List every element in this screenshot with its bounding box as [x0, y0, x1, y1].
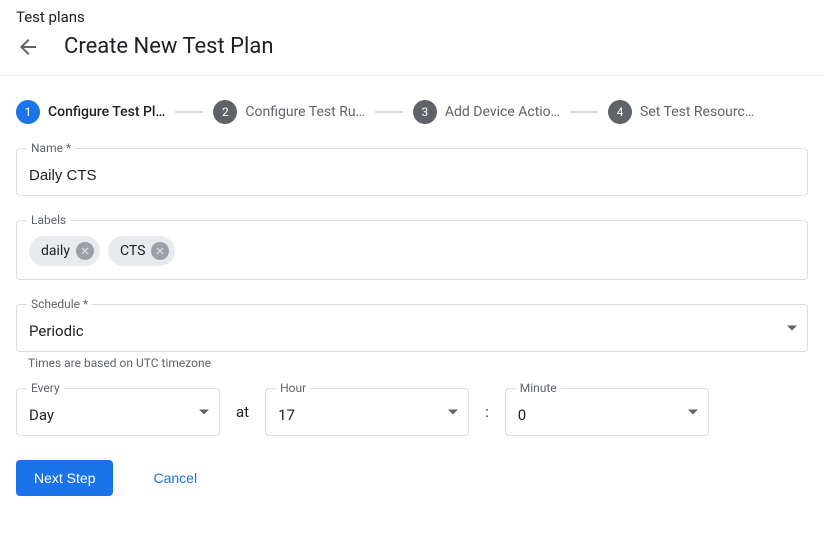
- step-4-label: Set Test Resourc…: [640, 104, 754, 120]
- every-field: Every Day: [16, 388, 220, 436]
- step-connector: [375, 111, 403, 113]
- step-2-label: Configure Test Ru…: [245, 104, 365, 120]
- hour-select[interactable]: Hour 17: [265, 388, 469, 436]
- close-icon: [154, 245, 166, 257]
- minute-field: Minute 0: [505, 388, 709, 436]
- labels-field: Labels daily CTS: [16, 220, 808, 280]
- step-1-label: Configure Test Pl…: [48, 104, 165, 120]
- back-button[interactable]: [16, 35, 40, 59]
- schedule-hint: Times are based on UTC timezone: [28, 356, 808, 370]
- schedule-select[interactable]: Schedule * Periodic: [16, 304, 808, 352]
- schedule-value: Periodic: [29, 322, 771, 340]
- every-label: Every: [27, 381, 64, 395]
- connector-at: at: [236, 388, 249, 436]
- next-step-button[interactable]: Next Step: [16, 460, 113, 496]
- stepper: 1 Configure Test Pl… 2 Configure Test Ru…: [0, 76, 824, 148]
- step-1[interactable]: 1 Configure Test Pl…: [16, 100, 165, 124]
- breadcrumb[interactable]: Test plans: [0, 0, 824, 26]
- name-outline[interactable]: Name *: [16, 148, 808, 196]
- every-select[interactable]: Every Day: [16, 388, 220, 436]
- labels-label: Labels: [27, 213, 70, 227]
- button-row: Next Step Cancel: [0, 436, 824, 520]
- chevron-down-icon: [199, 410, 209, 415]
- header: Create New Test Plan: [0, 26, 824, 75]
- step-3-circle: 3: [413, 100, 437, 124]
- step-connector: [175, 111, 203, 113]
- every-value: Day: [29, 406, 207, 424]
- minute-value: 0: [518, 406, 696, 424]
- chip-text: daily: [41, 243, 70, 259]
- chevron-down-icon: [448, 410, 458, 415]
- hour-label: Hour: [276, 381, 310, 395]
- cancel-button[interactable]: Cancel: [153, 470, 197, 486]
- page-title: Create New Test Plan: [64, 34, 274, 59]
- connector-colon: :: [485, 388, 489, 436]
- chip-remove-button[interactable]: [151, 242, 169, 260]
- chip-daily: daily: [29, 236, 100, 266]
- minute-select[interactable]: Minute 0: [505, 388, 709, 436]
- arrow-left-icon: [16, 35, 40, 59]
- chip-remove-button[interactable]: [76, 242, 94, 260]
- step-2[interactable]: 2 Configure Test Ru…: [213, 100, 365, 124]
- chip-text: CTS: [120, 243, 145, 259]
- schedule-row: Every Day at Hour 17 : Minute 0: [16, 388, 808, 436]
- form-area: Name * Labels daily CTS Schedule * Peri: [0, 148, 824, 436]
- name-input[interactable]: [29, 167, 795, 184]
- minute-label: Minute: [516, 381, 561, 395]
- schedule-label: Schedule *: [27, 297, 92, 311]
- hour-field: Hour 17: [265, 388, 469, 436]
- chip-cts: CTS: [108, 236, 175, 266]
- name-field: Name *: [16, 148, 808, 196]
- schedule-field: Schedule * Periodic Times are based on U…: [16, 304, 808, 370]
- step-2-circle: 2: [213, 100, 237, 124]
- chevron-down-icon: [688, 410, 698, 415]
- name-label: Name *: [27, 141, 75, 155]
- step-4-circle: 4: [608, 100, 632, 124]
- hour-value: 17: [278, 406, 456, 424]
- labels-outline[interactable]: Labels daily CTS: [16, 220, 808, 280]
- chevron-down-icon: [787, 326, 797, 331]
- step-1-circle: 1: [16, 100, 40, 124]
- step-4[interactable]: 4 Set Test Resourc…: [608, 100, 754, 124]
- close-icon: [79, 245, 91, 257]
- step-3-label: Add Device Actio…: [445, 104, 560, 120]
- step-3[interactable]: 3 Add Device Actio…: [413, 100, 560, 124]
- step-connector: [570, 111, 598, 113]
